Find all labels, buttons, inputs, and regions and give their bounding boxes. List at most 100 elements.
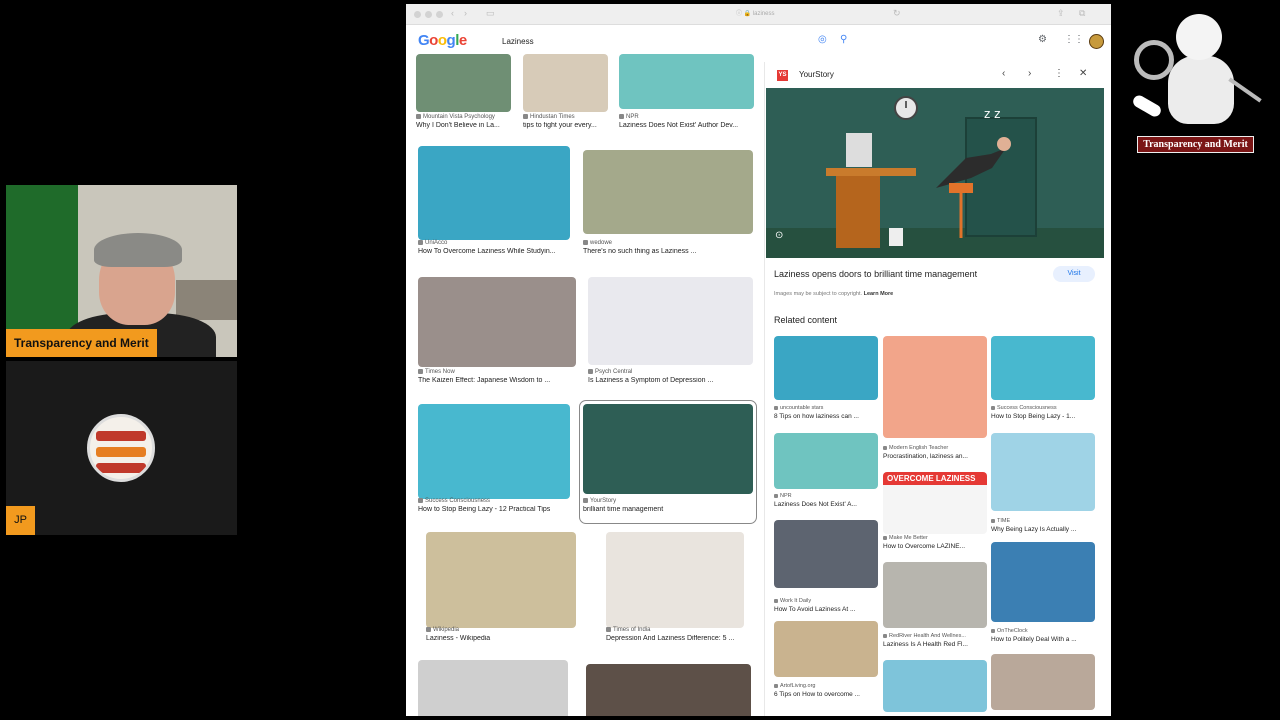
- related-thumbnail[interactable]: [991, 542, 1095, 622]
- result-thumbnail[interactable]: [523, 54, 608, 112]
- related-item[interactable]: OnTheClock How to Politely Deal With a ..…: [991, 542, 1095, 651]
- previous-icon[interactable]: ‹: [1002, 68, 1005, 79]
- related-title[interactable]: How to Politely Deal With a ...: [991, 636, 1077, 643]
- related-thumbnail[interactable]: [883, 562, 987, 628]
- result-title[interactable]: How To Overcome Laziness While Studyin..…: [418, 248, 590, 255]
- related-title[interactable]: Why Being Lazy Is Actually ...: [991, 526, 1076, 533]
- related-source: RedRiver Health And Wellnes...: [883, 633, 966, 639]
- result-title[interactable]: The Kaizen Effect: Japanese Wisdom to ..…: [418, 377, 596, 384]
- related-thumbnail[interactable]: [883, 336, 987, 438]
- related-title[interactable]: Laziness Is A Health Red Fl...: [883, 641, 968, 648]
- image-result[interactable]: [418, 660, 568, 716]
- search-input[interactable]: [502, 34, 802, 48]
- result-title[interactable]: Depression And Laziness Difference: 5 ..…: [606, 635, 764, 642]
- visit-button[interactable]: Visit: [1053, 266, 1095, 282]
- related-item[interactable]: ArtofLiving.org 6 Tips on How to overcome…: [774, 621, 878, 706]
- related-title[interactable]: How to Overcome LAZINE...: [883, 543, 965, 550]
- result-title[interactable]: tips to fight your every...: [523, 122, 628, 129]
- result-title[interactable]: Is Laziness a Symptom of Depression ...: [588, 377, 773, 384]
- back-icon[interactable]: ‹: [451, 8, 454, 18]
- result-title[interactable]: Laziness Does Not Exist' Author Dev...: [619, 122, 774, 129]
- image-result[interactable]: Mountain Vista Psychology Why I Don't Bel…: [416, 54, 511, 136]
- related-item[interactable]: OVERCOME LAZINESS Make Me Better How to Ov…: [883, 472, 987, 558]
- result-thumbnail[interactable]: [418, 146, 570, 240]
- related-thumbnail[interactable]: [991, 336, 1095, 400]
- related-item[interactable]: uncountable stars 8 Tips on how laziness …: [774, 336, 878, 428]
- search-icon[interactable]: ⚲: [840, 34, 847, 45]
- related-item[interactable]: Success Consciousness How to Stop Being L…: [991, 336, 1095, 428]
- image-result[interactable]: wedowe There's no such thing as Laziness …: [583, 150, 753, 262]
- related-thumbnail[interactable]: [774, 621, 878, 677]
- related-thumbnail[interactable]: [883, 660, 987, 712]
- next-icon[interactable]: ›: [1028, 68, 1031, 79]
- result-title[interactable]: How to Stop Being Lazy - 12 Practical Ti…: [418, 506, 590, 513]
- address-bar[interactable]: ⓘ 🔒 laziness: [736, 8, 796, 21]
- lens-icon[interactable]: ◎: [818, 34, 827, 45]
- related-title[interactable]: Laziness Does Not Exist' A...: [774, 501, 857, 508]
- related-item[interactable]: [991, 654, 1095, 716]
- zoom-window-button[interactable]: [436, 11, 443, 18]
- result-thumbnail[interactable]: [426, 532, 576, 628]
- image-result[interactable]: YourStory brilliant time management: [579, 400, 757, 524]
- close-icon[interactable]: ✕: [1079, 68, 1087, 79]
- more-options-icon[interactable]: ⋮: [1054, 68, 1064, 79]
- image-result[interactable]: NPR Laziness Does Not Exist' Author Dev..…: [619, 54, 754, 136]
- related-thumbnail[interactable]: [991, 433, 1095, 511]
- preview-title[interactable]: Laziness opens doors to brilliant time m…: [774, 269, 977, 279]
- related-title[interactable]: How to Stop Being Lazy - 1...: [991, 413, 1075, 420]
- tabs-icon[interactable]: ⧉: [1079, 8, 1085, 19]
- apps-grid-icon[interactable]: ⋮⋮: [1064, 34, 1084, 45]
- image-result[interactable]: Times Now The Kaizen Effect: Japanese Wis…: [418, 277, 576, 391]
- image-result[interactable]: Psych Central Is Laziness a Symptom of De…: [588, 277, 753, 391]
- image-result[interactable]: UniAcco How To Overcome Laziness While St…: [418, 146, 570, 262]
- related-item[interactable]: NPR Laziness Does Not Exist' A...: [774, 433, 878, 516]
- result-thumbnail[interactable]: [416, 54, 511, 112]
- result-thumbnail[interactable]: [606, 532, 744, 628]
- result-thumbnail[interactable]: [586, 664, 751, 716]
- related-thumbnail[interactable]: [774, 433, 878, 489]
- result-thumbnail[interactable]: [418, 660, 568, 716]
- account-avatar[interactable]: [1089, 34, 1104, 49]
- related-thumbnail[interactable]: [774, 520, 878, 588]
- related-item[interactable]: [883, 660, 987, 716]
- related-source: TIME: [991, 518, 1010, 524]
- result-thumbnail[interactable]: [583, 150, 753, 234]
- image-result[interactable]: Times of India Depression And Laziness Di…: [606, 532, 744, 649]
- source-name[interactable]: YourStory: [799, 70, 834, 79]
- related-thumbnail[interactable]: [991, 654, 1095, 710]
- related-item[interactable]: TIME Why Being Lazy Is Actually ...: [991, 433, 1095, 541]
- google-logo[interactable]: Google: [418, 32, 467, 49]
- related-title[interactable]: 8 Tips on how laziness can ...: [774, 413, 859, 420]
- related-title[interactable]: How To Avoid Laziness At ...: [774, 606, 855, 613]
- image-result[interactable]: [586, 664, 751, 716]
- image-result[interactable]: Success Consciousness How to Stop Being L…: [418, 404, 570, 520]
- related-thumbnail[interactable]: [774, 336, 878, 400]
- settings-icon[interactable]: ⚙: [1038, 34, 1047, 45]
- reload-icon[interactable]: ↻: [893, 8, 901, 19]
- result-thumbnail[interactable]: [418, 404, 570, 499]
- related-item[interactable]: RedRiver Health And Wellnes... Laziness I…: [883, 562, 987, 656]
- close-window-button[interactable]: [414, 11, 421, 18]
- minimize-window-button[interactable]: [425, 11, 432, 18]
- related-thumbnail[interactable]: OVERCOME LAZINESS: [883, 472, 987, 534]
- related-item[interactable]: Modern English Teacher Procrastination, l…: [883, 336, 987, 468]
- result-title[interactable]: Why I Don't Believe in La...: [416, 122, 531, 129]
- related-item[interactable]: Work It Daily How To Avoid Laziness At ..…: [774, 520, 878, 621]
- image-result[interactable]: Wikipedia Laziness - Wikipedia: [426, 532, 576, 649]
- result-title[interactable]: There's no such thing as Laziness ...: [583, 248, 773, 255]
- learn-more-link[interactable]: Learn More: [864, 291, 894, 297]
- related-title[interactable]: Procrastination, laziness an...: [883, 453, 968, 460]
- result-thumbnail[interactable]: [583, 404, 753, 494]
- result-thumbnail[interactable]: [619, 54, 754, 109]
- related-title[interactable]: 6 Tips on How to overcome ...: [774, 691, 860, 698]
- result-thumbnail[interactable]: [588, 277, 753, 365]
- result-thumbnail[interactable]: [418, 277, 576, 367]
- result-title[interactable]: Laziness - Wikipedia: [426, 635, 596, 642]
- image-result[interactable]: Hindustan Times tips to fight your every.…: [523, 54, 608, 136]
- result-title[interactable]: brilliant time management: [583, 506, 773, 513]
- preview-image[interactable]: z z: [766, 88, 1104, 258]
- lens-search-icon[interactable]: ⊙: [775, 230, 783, 241]
- share-icon[interactable]: ⇪: [1057, 8, 1065, 19]
- forward-icon[interactable]: ›: [464, 8, 467, 18]
- sidebar-icon[interactable]: ▭: [486, 8, 495, 19]
